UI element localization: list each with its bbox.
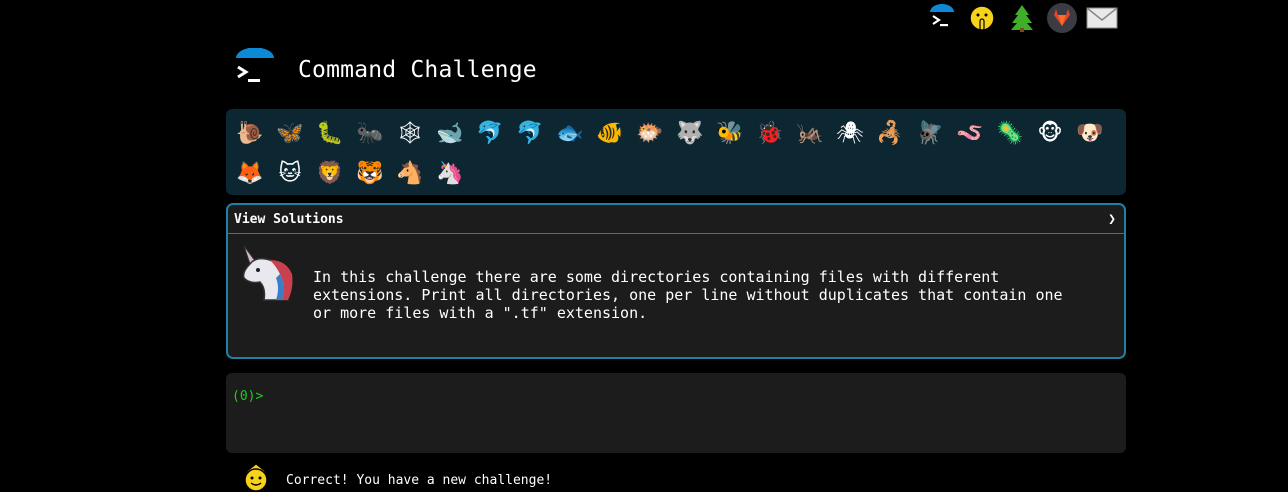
logo-terminal-icon xyxy=(232,47,276,92)
challenge-emoji-bar: 🐌 🦋 🐛 🐜 🕸 🐋 🐬 🐬 🐟 🐠 🐡 🐺 🐝 🐞 🦗 🕷 🦂 🪰 🪱 🦠 … xyxy=(226,109,1126,195)
challenge-caterpillar-icon[interactable]: 🐛 xyxy=(310,113,350,153)
unicorn-icon xyxy=(236,244,296,304)
challenge-butterfly-icon[interactable]: 🦋 xyxy=(270,113,310,153)
command-terminal[interactable]: (0)> xyxy=(226,373,1126,453)
challenge-ladybug-icon[interactable]: 🐞 xyxy=(750,113,790,153)
challenge-worm-icon[interactable]: 🪱 xyxy=(950,113,990,153)
challenge-monkey-icon[interactable]: 🐵 xyxy=(1030,113,1070,153)
challenge-bee-icon[interactable]: 🐝 xyxy=(710,113,750,153)
top-icon-bar xyxy=(926,2,1118,34)
challenge-cat-icon[interactable]: 🐱 xyxy=(270,153,310,193)
status-message: Correct! You have a new challenge! xyxy=(240,462,552,492)
terminal-prompt: (0)> xyxy=(232,389,264,404)
challenge-dolphin-2-icon[interactable]: 🐬 xyxy=(510,113,550,153)
challenge-lion-icon[interactable]: 🦁 xyxy=(310,153,350,193)
challenge-horse-icon[interactable]: 🐴 xyxy=(390,153,430,193)
terminal-icon[interactable] xyxy=(926,2,958,34)
challenge-fly-icon[interactable]: 🪰 xyxy=(910,113,950,153)
chevron-right-icon: ❯ xyxy=(1108,211,1116,227)
challenge-ant-icon[interactable]: 🐜 xyxy=(350,113,390,153)
status-text: Correct! You have a new challenge! xyxy=(286,472,553,488)
challenge-description: In this challenge there are some directo… xyxy=(313,268,1063,322)
challenge-tiger-icon[interactable]: 🐯 xyxy=(350,153,390,193)
emoji-row: 🦊 🐱 🦁 🐯 🐴 🦄 xyxy=(230,153,1122,193)
gitlab-icon[interactable] xyxy=(1046,2,1078,34)
view-solutions-label: View Solutions xyxy=(234,211,344,227)
challenge-blowfish-icon[interactable]: 🐡 xyxy=(630,113,670,153)
challenge-fish-icon[interactable]: 🐟 xyxy=(550,113,590,153)
page-title: Command Challenge xyxy=(298,57,537,83)
challenge-unicorn-icon[interactable]: 🦄 xyxy=(430,153,470,193)
challenge-dolphin-icon[interactable]: 🐬 xyxy=(470,113,510,153)
challenge-fox-icon[interactable]: 🦊 xyxy=(230,153,270,193)
envelope-icon[interactable] xyxy=(1086,2,1118,34)
challenge-whale-icon[interactable]: 🐋 xyxy=(430,113,470,153)
challenge-wolf-icon[interactable]: 🐺 xyxy=(670,113,710,153)
elf-icon xyxy=(240,462,272,492)
challenge-web-icon[interactable]: 🕸 xyxy=(390,113,430,153)
challenge-microbe-icon[interactable]: 🦠 xyxy=(990,113,1030,153)
shushing-face-icon[interactable] xyxy=(966,2,998,34)
page: Command Challenge 🐌 🦋 🐛 🐜 🕸 🐋 🐬 🐬 🐟 🐠 🐡 … xyxy=(0,0,1288,492)
challenge-dog-icon[interactable]: 🐶 xyxy=(1070,113,1110,153)
challenge-cricket-icon[interactable]: 🦗 xyxy=(790,113,830,153)
tree-icon[interactable] xyxy=(1006,2,1038,34)
emoji-row: 🐌 🦋 🐛 🐜 🕸 🐋 🐬 🐬 🐟 🐠 🐡 🐺 🐝 🐞 🦗 🕷 🦂 🪰 🪱 🦠 … xyxy=(230,113,1122,153)
view-solutions-toggle[interactable]: View Solutions ❯ xyxy=(228,205,1124,234)
challenge-panel: View Solutions ❯ In this challenge there… xyxy=(226,203,1126,359)
challenge-spider-icon[interactable]: 🕷 xyxy=(830,113,870,153)
page-header: Command Challenge xyxy=(232,47,537,92)
challenge-snail-icon[interactable]: 🐌 xyxy=(230,113,270,153)
challenge-scorpion-icon[interactable]: 🦂 xyxy=(870,113,910,153)
challenge-tropical-fish-icon[interactable]: 🐠 xyxy=(590,113,630,153)
